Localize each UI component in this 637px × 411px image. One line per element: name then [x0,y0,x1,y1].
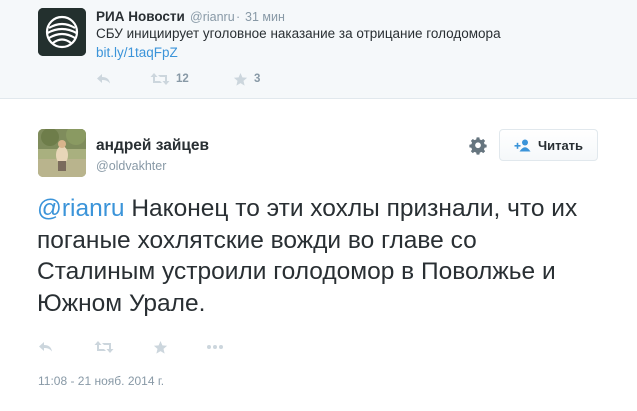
mention-link[interactable]: @rianru [37,195,125,222]
parent-favorite-button[interactable]: 3 [233,70,260,88]
tweet-text: @rianru Наконец то эти хохлы признали, ч… [37,193,597,319]
more-icon [207,345,223,349]
follow-button[interactable]: Читать [499,129,598,161]
gear-icon [469,137,487,155]
parent-time[interactable]: 31 мин [245,10,285,24]
parent-author-name[interactable]: РИА Новости [96,9,185,24]
parent-tweet-text: СБУ инициирует уголовное наказание за от… [96,26,501,41]
reply-icon [97,74,110,84]
avatar-photo [38,129,86,177]
follow-button-label: Читать [537,137,584,153]
parent-tweet[interactable]: РИА Новости @rianru · 31 мин СБУ инициир… [0,0,637,99]
favorite-button[interactable] [153,338,168,356]
parent-favorite-count: 3 [254,73,261,85]
parent-actions: 12 3 [96,70,396,88]
reply-icon [39,342,52,352]
favorite-icon [153,340,168,354]
author-avatar[interactable] [38,129,86,177]
follow-user-icon [514,139,531,151]
more-button[interactable] [206,338,224,356]
tweet-timestamp[interactable]: 11:08 - 21 нояб. 2014 г. [38,374,164,388]
author-handle[interactable]: @oldvakhter [96,159,166,173]
tweet-actions [38,338,338,356]
retweet-icon [150,73,170,85]
author-name[interactable]: андрей зайцев [96,137,209,155]
retweet-icon [94,341,114,353]
parent-retweet-button[interactable]: 12 [150,70,189,88]
parent-author-handle[interactable]: @rianru [190,10,235,24]
user-actions-button[interactable] [465,133,491,159]
parent-reply-button[interactable] [96,70,112,88]
reply-button[interactable] [38,338,54,356]
parent-separator: · [236,10,241,24]
retweet-button[interactable] [94,338,114,356]
favorite-icon [233,72,248,86]
parent-retweet-count: 12 [176,73,189,85]
parent-tweet-link[interactable]: bit.ly/1taqFpZ [96,45,178,60]
parent-avatar[interactable] [38,8,86,56]
ria-logo-icon [38,8,86,56]
